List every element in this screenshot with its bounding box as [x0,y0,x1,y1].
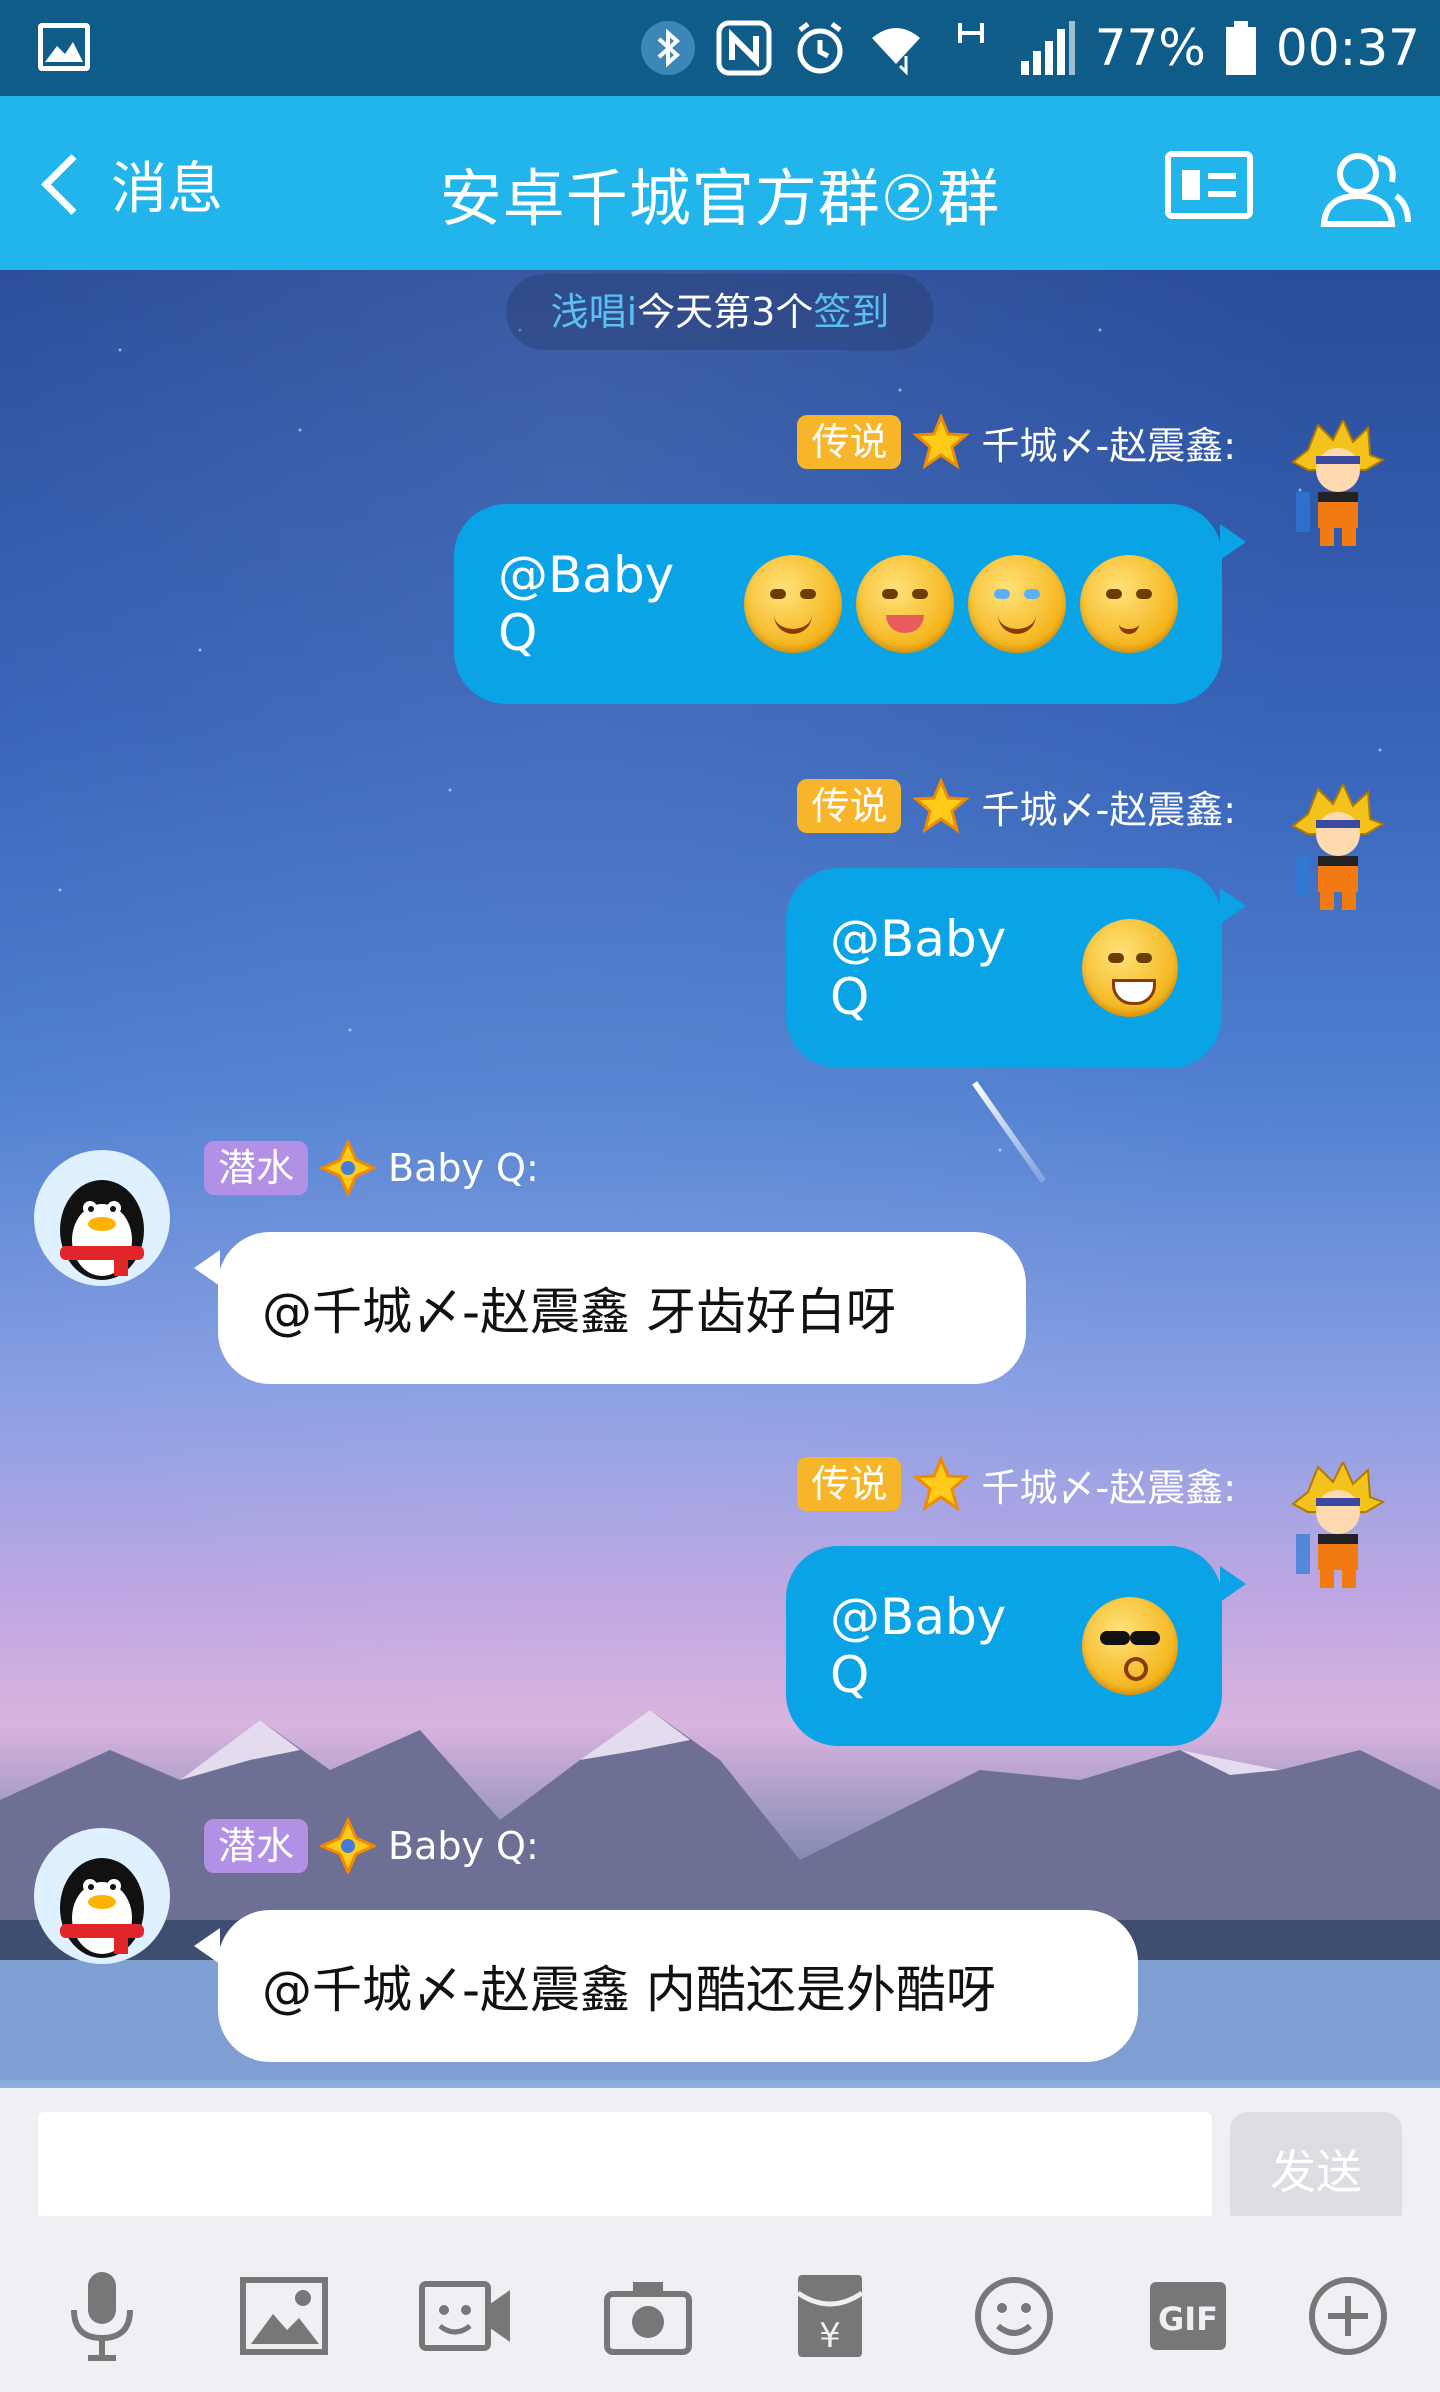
message-text: @Baby Q [498,546,675,662]
diamond-icon [320,1818,377,1874]
avatar[interactable] [34,1828,170,1964]
status-bar: 77% 00:37 [0,0,1440,96]
shy-emoji-icon [1080,555,1178,653]
bubble-tail [194,1928,220,1964]
emoji-icon[interactable] [966,2268,1062,2364]
message-bubble[interactable]: @Baby Q [786,868,1222,1068]
diamond-icon [320,1140,377,1196]
message-meta: 传说 千城〆-赵震鑫: [797,778,1236,834]
message-meta: 潜水 Baby Q: [204,1818,539,1874]
checkin-notice: 浅唱i今天第3个签到 [506,274,934,350]
avatar[interactable] [1288,781,1388,914]
battery-icon [1224,19,1258,77]
grin-emoji-icon [1081,919,1178,1017]
group-card-icon[interactable] [1164,146,1254,226]
message-bubble[interactable]: @Baby Q [786,1546,1222,1746]
smile-emoji-icon [744,555,842,653]
title-bar: 消息 安卓千城官方群②群 [0,96,1440,270]
bubble-tail [194,1250,220,1286]
microphone-icon[interactable] [54,2268,150,2364]
legend-badge: 传说 [797,415,902,469]
sender-name[interactable]: 千城〆-赵震鑫: [981,779,1236,834]
gif-label: GIF [1158,2300,1218,2338]
input-bar: 发送 [0,2088,1440,2232]
message-bubble[interactable]: @千城〆-赵震鑫 内酷还是外酷呀 [218,1910,1138,2062]
message-text: @Baby Q [830,1588,1007,1704]
send-button[interactable]: 发送 [1230,2112,1402,2232]
checkin-user[interactable]: 浅唱i [551,290,638,334]
message-meta: 传说 千城〆-赵震鑫: [797,1456,1236,1512]
sender-name[interactable]: 千城〆-赵震鑫: [981,415,1236,470]
legend-badge: 传说 [797,1457,902,1511]
sender-name[interactable]: Baby Q: [388,1146,539,1190]
image-icon [38,23,90,71]
message-bubble[interactable]: @Baby Q [454,504,1222,704]
svg-text:¥: ¥ [819,2316,841,2356]
nfc-icon [715,19,773,77]
bubble-tail [1220,888,1246,924]
checkin-text: 今天第3个 [637,290,814,334]
dive-badge: 潜水 [204,1819,309,1873]
bubble-tail [1220,524,1246,560]
avatar[interactable] [1288,1459,1388,1592]
red-packet-icon[interactable]: ¥ [782,2268,878,2364]
input-toolbar: ¥ GIF [0,2216,1440,2392]
sender-name[interactable]: Baby Q: [388,1824,539,1868]
legend-badge: 传说 [797,779,902,833]
sender-name[interactable]: 千城〆-赵震鑫: [981,1457,1236,1512]
star-icon [913,414,970,470]
dive-badge: 潜水 [204,1141,309,1195]
tongue-emoji-icon [856,555,954,653]
image-icon[interactable] [236,2268,332,2364]
star-icon [913,1456,970,1512]
checkin-link[interactable]: 签到 [813,290,889,334]
signal-icon [1019,19,1077,77]
wifi-icon [867,19,925,77]
message-input[interactable] [38,2112,1212,2232]
group-members-icon[interactable] [1316,146,1411,227]
bluetooth-icon [639,19,697,77]
message-meta: 潜水 Baby Q: [204,1140,539,1196]
battery-percent: 77% [1094,19,1206,77]
clock: 00:37 [1275,19,1420,77]
avatar[interactable] [34,1150,170,1286]
avatar[interactable] [1288,417,1388,550]
camera-icon[interactable] [600,2268,696,2364]
signal-h-icon [943,19,1001,77]
video-call-icon[interactable] [418,2268,514,2364]
bubble-tail [1220,1566,1246,1602]
message-text: @千城〆-赵震鑫 牙齿好白呀 [262,1283,896,1341]
gif-icon[interactable]: GIF [1140,2268,1236,2364]
plus-icon[interactable] [1300,2268,1396,2364]
message-meta: 传说 千城〆-赵震鑫: [797,414,1236,470]
message-text: @Baby Q [830,910,1007,1026]
message-text: @千城〆-赵震鑫 内酷还是外酷呀 [262,1961,996,2019]
message-bubble[interactable]: @千城〆-赵震鑫 牙齿好白呀 [218,1232,1026,1384]
star-icon [913,778,970,834]
crying-laugh-emoji-icon [968,555,1066,653]
chat-area[interactable]: 浅唱i今天第3个签到 传说 千城〆-赵震鑫: @Baby Q 传说 千城〆-赵震… [0,270,1440,2088]
cool-sunglasses-emoji-icon [1081,1597,1178,1695]
alarm-icon [791,19,849,77]
